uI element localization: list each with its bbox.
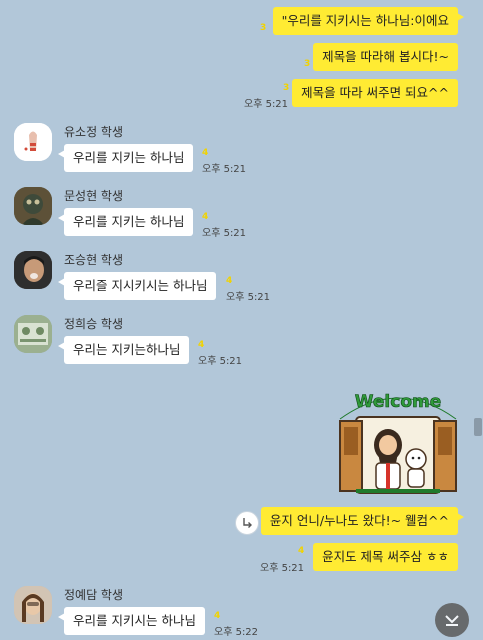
sender-name: 정희승 학생 <box>64 317 124 331</box>
message-text: 우리를 지키시는 하나님 <box>73 613 196 628</box>
unread-count: 4 <box>298 546 305 556</box>
outgoing-message[interactable]: 제목을 따라해 봅시다!~ <box>313 43 458 71</box>
message-time: 오후 5:21 <box>202 228 247 239</box>
sender-name: 정예담 학생 <box>64 588 124 602</box>
sticker-text: Welcome <box>355 392 442 412</box>
message-text: 윤지 언니/누나도 왔다!~ 웰컴^^ <box>269 513 449 528</box>
chevron-down-icon <box>445 615 459 626</box>
incoming-message[interactable]: 우리는 지키는하나님 <box>57 336 190 364</box>
incoming-message[interactable]: 우리를 지키시는 하나님 <box>58 607 205 635</box>
unread-count: 4 <box>214 611 221 621</box>
unread-count: 3 <box>260 23 267 33</box>
outgoing-message[interactable]: "우리를 지키시는 하나님:이에요 <box>272 7 465 35</box>
message-text: 우리즐 지시키시는 하나님 <box>73 278 208 293</box>
outgoing-message[interactable]: 윤지도 제목 써주삼 ㅎㅎ <box>313 543 458 571</box>
sender-name: 문성현 학생 <box>64 189 124 203</box>
message-text: 제목을 따라해 봅시다!~ <box>322 49 449 64</box>
avatar[interactable] <box>14 315 52 353</box>
message-text: 우리는 지키는하나님 <box>73 342 181 357</box>
incoming-message[interactable]: 우리즐 지시키시는 하나님 <box>57 272 217 300</box>
sender-name: 조승현 학생 <box>64 253 124 267</box>
message-text: 윤지도 제목 써주삼 ㅎㅎ <box>322 549 449 564</box>
unread-count: 4 <box>226 276 233 286</box>
message-text: 제목을 따라 써주면 되요^^ <box>301 85 449 100</box>
outgoing-message[interactable]: 제목을 따라 써주면 되요^^ <box>292 79 458 107</box>
message-text: 우리를 지키는 하나님 <box>73 214 185 229</box>
unread-count: 3 <box>283 83 290 93</box>
avatar[interactable] <box>14 251 52 289</box>
message-text: 우리를 지키는 하나님 <box>73 150 185 165</box>
message-time: 오후 5:22 <box>214 627 259 638</box>
message-text: "우리를 지키시는 하나님:이에요 <box>281 13 449 28</box>
avatar[interactable] <box>14 187 52 225</box>
unread-count: 4 <box>198 340 205 350</box>
unread-count: 4 <box>202 148 209 158</box>
incoming-message[interactable]: 우리를 지키는 하나님 <box>57 208 194 236</box>
scroll-down-button[interactable] <box>435 603 469 637</box>
share-arrow-icon <box>243 518 252 528</box>
outgoing-message[interactable]: 윤지 언니/누나도 왔다!~ 웰컴^^ <box>260 507 465 535</box>
message-time: 오후 5:21 <box>244 99 289 110</box>
chat-room: "우리를 지키시는 하나님:이에요 3 제목을 따라해 봅시다!~ 3 제목을 … <box>0 0 472 640</box>
welcome-sticker[interactable]: Welcome <box>336 383 460 498</box>
message-time: 오후 5:21 <box>202 164 247 175</box>
scrollbar-thumb[interactable] <box>474 418 482 436</box>
sender-name: 유소정 학생 <box>64 125 124 139</box>
message-time: 오후 5:21 <box>260 563 305 574</box>
unread-count: 3 <box>304 59 311 69</box>
message-time: 오후 5:21 <box>198 356 243 367</box>
avatar[interactable] <box>14 586 52 624</box>
message-time: 오후 5:21 <box>226 292 271 303</box>
scrollbar[interactable] <box>472 0 483 640</box>
share-button[interactable] <box>235 511 259 535</box>
incoming-message[interactable]: 우리를 지키는 하나님 <box>57 144 194 172</box>
unread-count: 4 <box>202 212 209 222</box>
avatar[interactable] <box>14 123 52 161</box>
